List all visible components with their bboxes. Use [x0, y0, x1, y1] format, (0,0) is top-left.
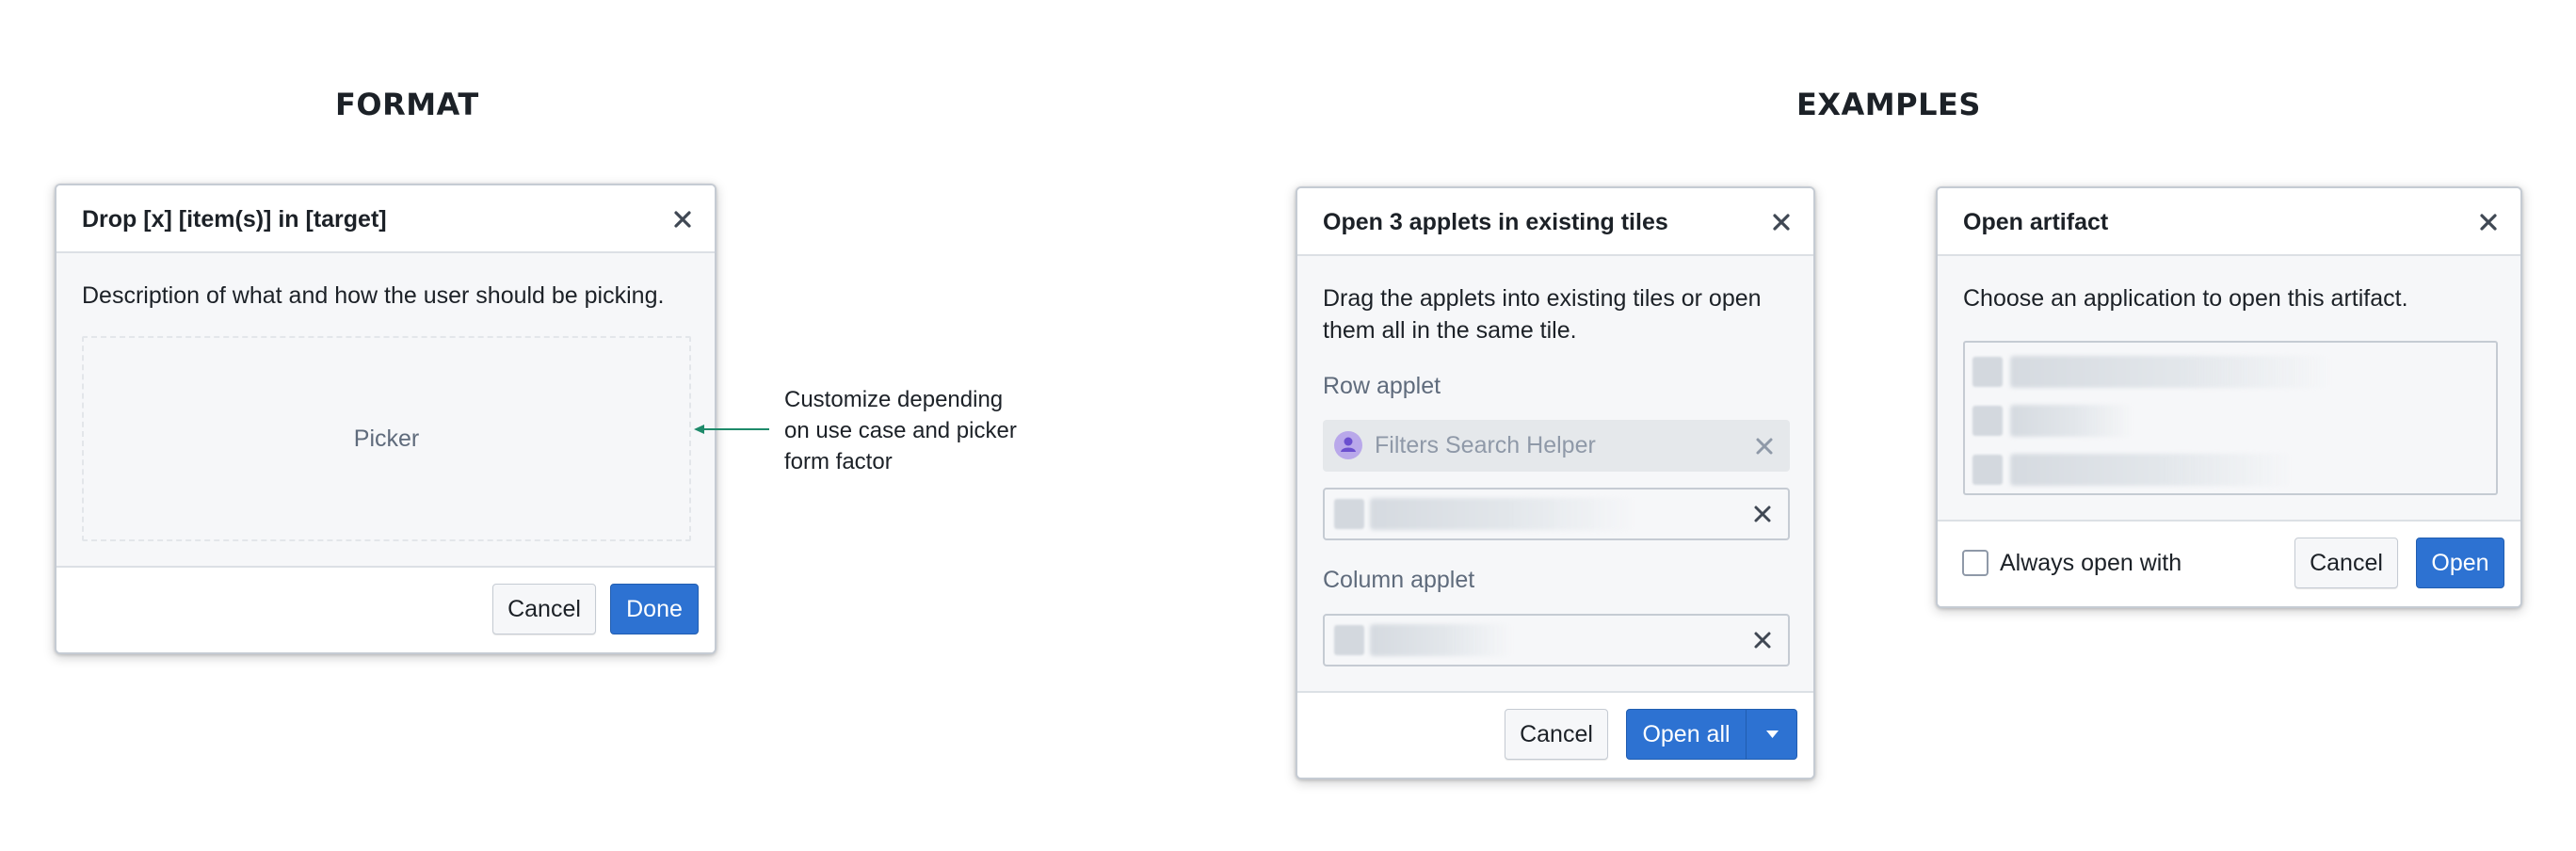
close-icon[interactable] [2471, 205, 2505, 239]
dialog-title: Drop [x] [item(s)] in [target] [82, 206, 387, 233]
always-open-label[interactable]: Always open with [2000, 522, 2182, 604]
annotation-arrow-icon [694, 425, 769, 434]
dialog-header: Drop [x] [item(s)] in [target] [56, 185, 715, 253]
open-all-dropdown-button[interactable] [1747, 710, 1798, 759]
application-thumbnail [1972, 357, 2003, 387]
always-open-checkbox[interactable] [1962, 550, 1988, 576]
application-name-placeholder [2010, 454, 2293, 486]
application-thumbnail [1972, 406, 2003, 436]
clear-icon[interactable] [1750, 432, 1779, 460]
dialog-description: Drag the applets into existing tiles or … [1323, 285, 1762, 344]
cancel-button[interactable]: Cancel [1505, 709, 1608, 760]
application-name-placeholder [2010, 405, 2133, 437]
dialog-description: Description of what and how the user sho… [82, 282, 665, 309]
row-applet-label: Row applet [1323, 373, 1441, 399]
close-icon[interactable] [1764, 205, 1798, 239]
annotation-text: Customize depending on use case and pick… [784, 387, 1017, 474]
clear-icon[interactable] [1748, 500, 1777, 528]
cancel-button[interactable]: Cancel [492, 584, 596, 634]
clear-icon[interactable] [1748, 626, 1777, 654]
open-all-split-button: Open all [1626, 709, 1797, 760]
applet-thumbnail [1334, 625, 1364, 655]
dialog-header: Open 3 applets in existing tiles [1297, 188, 1813, 256]
applet-name-placeholder [1370, 498, 1634, 530]
applet-thumbnail [1334, 499, 1364, 529]
picker-label: Picker [353, 425, 420, 452]
row-applet-placeholder: Filters Search Helper [1375, 432, 1596, 458]
row-applet-search-field[interactable]: Filters Search Helper [1323, 420, 1790, 472]
format-section-title: FORMAT [335, 87, 479, 122]
caret-down-icon [1766, 731, 1779, 738]
application-thumbnail [1972, 455, 2003, 485]
examples-section-title: EXAMPLES [1796, 87, 1981, 122]
list-item[interactable] [1965, 397, 2496, 444]
dialog-title: Open artifact [1963, 209, 2109, 235]
row-applet-selected-field[interactable] [1323, 488, 1790, 540]
list-item[interactable] [1965, 348, 2496, 395]
dialog-footer: Always open with Cancel Open [1938, 520, 2520, 606]
dialog-footer: Cancel Done [56, 566, 715, 652]
applet-name-placeholder [1370, 624, 1511, 656]
application-list [1963, 341, 2498, 495]
open-all-button[interactable]: Open all [1627, 710, 1746, 759]
user-avatar-icon [1334, 431, 1362, 459]
dialog-title: Open 3 applets in existing tiles [1323, 209, 1668, 235]
dialog-header: Open artifact [1938, 188, 2520, 256]
dialog-footer: Cancel Open all [1297, 691, 1813, 778]
open-applets-dialog: Open 3 applets in existing tiles Drag th… [1296, 186, 1815, 779]
cancel-button[interactable]: Cancel [2294, 538, 2398, 588]
open-artifact-dialog: Open artifact Choose an application to o… [1936, 186, 2522, 608]
close-icon[interactable] [666, 202, 700, 236]
column-applet-selected-field[interactable] [1323, 614, 1790, 666]
dialog-description: Choose an application to open this artif… [1963, 285, 2408, 312]
done-button[interactable]: Done [610, 584, 699, 634]
list-item[interactable] [1965, 446, 2496, 493]
picker-area[interactable]: Picker [82, 336, 691, 541]
format-dialog: Drop [x] [item(s)] in [target] Descripti… [55, 184, 716, 654]
column-applet-label: Column applet [1323, 567, 1475, 593]
application-name-placeholder [2010, 356, 2330, 388]
open-button[interactable]: Open [2416, 538, 2504, 588]
